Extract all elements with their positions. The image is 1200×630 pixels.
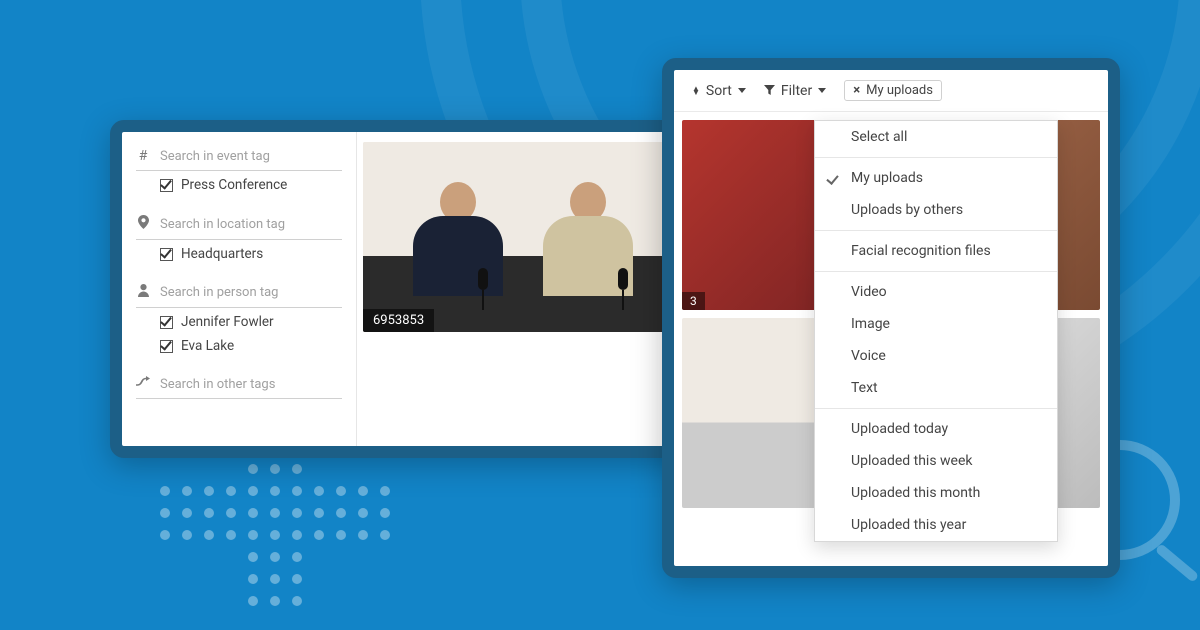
filter-option-select-all[interactable]: Select all — [815, 121, 1057, 153]
location-tag-item[interactable]: Headquarters — [136, 240, 342, 264]
other-tag-search[interactable]: Search in other tags — [136, 372, 342, 399]
filter-option[interactable]: Uploaded this week — [815, 445, 1057, 477]
chip-label: My uploads — [866, 83, 933, 98]
location-placeholder: Search in location tag — [160, 217, 285, 232]
person-tag-search[interactable]: Search in person tag — [136, 280, 342, 308]
asset-id-label: 3 — [682, 292, 705, 310]
asset-id-label: 6953853 — [363, 309, 434, 332]
location-tag-search[interactable]: Search in location tag — [136, 211, 342, 240]
search-panel: # Search in event tag Press Conference S… — [110, 120, 720, 458]
filter-option[interactable]: Facial recognition files — [815, 235, 1057, 267]
tag-label: Press Conference — [181, 177, 287, 193]
filter-option[interactable]: My uploads — [815, 162, 1057, 194]
event-placeholder: Search in event tag — [160, 149, 270, 164]
other-placeholder: Search in other tags — [160, 377, 275, 392]
filter-chip[interactable]: × My uploads — [844, 80, 942, 101]
tag-label: Eva Lake — [181, 338, 234, 354]
caret-down-icon — [818, 88, 826, 93]
shuffle-icon — [136, 376, 150, 392]
filter-option[interactable]: Image — [815, 308, 1057, 340]
person-tag-item[interactable]: Eva Lake — [136, 332, 342, 356]
funnel-icon — [764, 85, 775, 96]
event-tag-search[interactable]: # Search in event tag — [136, 144, 342, 171]
sort-icon: ▲▼ — [692, 87, 700, 95]
sort-button[interactable]: ▲▼ Sort — [692, 83, 746, 99]
tag-label: Jennifer Fowler — [181, 314, 274, 330]
filter-option[interactable]: Uploads by others — [815, 194, 1057, 226]
tag-label: Headquarters — [181, 246, 263, 262]
checkbox-checked-icon — [160, 248, 173, 261]
filter-button[interactable]: Filter — [764, 83, 826, 99]
sort-label: Sort — [706, 83, 732, 99]
caret-down-icon — [738, 88, 746, 93]
asset-browser: ▲▼ Sort Filter × My uploads 3 Select all… — [662, 58, 1120, 578]
filter-label: Filter — [781, 83, 812, 99]
filter-option[interactable]: Uploaded this month — [815, 477, 1057, 509]
person-icon — [136, 284, 150, 301]
person-tag-item[interactable]: Jennifer Fowler — [136, 308, 342, 332]
pin-icon — [136, 215, 150, 233]
checkbox-checked-icon — [160, 316, 173, 329]
tag-search-sidebar: # Search in event tag Press Conference S… — [122, 132, 357, 446]
event-tag-item[interactable]: Press Conference — [136, 171, 342, 195]
filter-dropdown: Select all My uploadsUploads by others Fac… — [814, 120, 1058, 542]
checkbox-checked-icon — [160, 179, 173, 192]
filter-option[interactable]: Uploaded today — [815, 413, 1057, 445]
filter-option[interactable]: Text — [815, 372, 1057, 404]
person-placeholder: Search in person tag — [160, 285, 278, 300]
filter-option[interactable]: Uploaded this year — [815, 509, 1057, 541]
filter-option[interactable]: Voice — [815, 340, 1057, 372]
filter-option[interactable]: Video — [815, 276, 1057, 308]
toolbar: ▲▼ Sort Filter × My uploads — [674, 70, 1108, 112]
hash-icon: # — [136, 148, 150, 164]
checkbox-checked-icon — [160, 340, 173, 353]
asset-thumbnail[interactable]: 6953853 — [363, 142, 698, 332]
asset-preview: 6953853 — [357, 132, 708, 446]
close-icon[interactable]: × — [853, 83, 860, 98]
